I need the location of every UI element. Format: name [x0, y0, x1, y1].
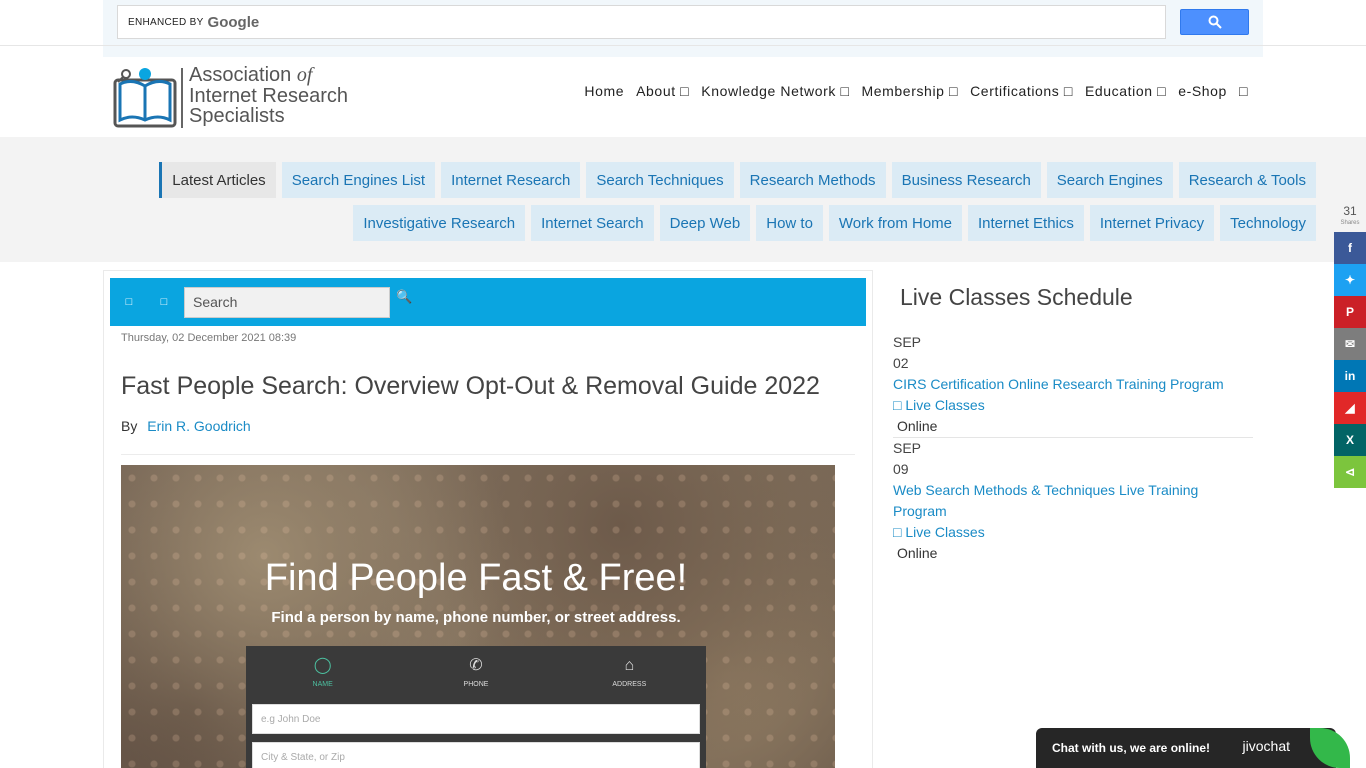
chat-widget[interactable]: Chat with us, we are online! jivochat — [1036, 728, 1350, 768]
home-icon: ⌂ — [624, 657, 635, 674]
xing-icon: X — [1345, 433, 1354, 447]
search-icon — [1208, 15, 1222, 29]
hero-tab-phone: ✆ PHONE — [463, 657, 489, 688]
book-logo-icon — [113, 68, 177, 128]
email-share-button[interactable]: ✉ — [1334, 328, 1366, 360]
linkedin-share-button[interactable]: in — [1334, 360, 1366, 392]
cat-search-techniques[interactable]: Search Techniques — [586, 162, 734, 198]
nav-about[interactable]: About □ — [630, 83, 695, 99]
share-icon: ⊲ — [1344, 465, 1356, 479]
category-tabs: Latest Articles Search Engines List Inte… — [156, 162, 1316, 241]
share-bar: 31 Shares f ✦ P ✉ in ◢ X ⊲ — [1334, 200, 1366, 488]
twitter-icon: ✦ — [1344, 273, 1356, 287]
magnifier-icon[interactable]: 🔍 — [396, 289, 412, 305]
flipboard-icon: ◢ — [1345, 401, 1355, 415]
nav-search-icon[interactable]: □ — [1233, 83, 1254, 99]
nav-knowledge-network[interactable]: Knowledge Network □ — [695, 83, 855, 99]
enhanced-by-label: ENHANCED BY — [128, 16, 204, 28]
divider — [121, 454, 855, 455]
cat-deep-web[interactable]: Deep Web — [659, 205, 751, 241]
cat-search-engines-list[interactable]: Search Engines List — [281, 162, 436, 198]
toolbar-icon-2[interactable]: □ — [157, 296, 171, 308]
article-search-input[interactable]: Search — [184, 286, 390, 318]
flipboard-share-button[interactable]: ◢ — [1334, 392, 1366, 424]
byline: By Erin R. Goodrich — [121, 418, 251, 434]
logo-text: Association of Internet Research Special… — [189, 64, 348, 127]
logo-divider — [181, 68, 183, 128]
article-toolbar: □ □ Search 🔍 — [110, 278, 866, 326]
event-category-link[interactable]: □ Live Classes — [893, 522, 1253, 543]
pinterest-icon: P — [1345, 305, 1354, 319]
hero-subheading: Find a person by name, phone number, or … — [271, 609, 681, 626]
divider — [0, 45, 1366, 46]
cat-business-research[interactable]: Business Research — [891, 162, 1041, 198]
event-day: 02 — [893, 355, 909, 371]
cat-how-to[interactable]: How to — [756, 205, 823, 241]
hero-tab-address: ⌂ ADDRESS — [612, 657, 647, 688]
share-more-button[interactable]: ⊲ — [1334, 456, 1366, 488]
article-hero-image: Find People Fast & Free! Find a person b… — [121, 465, 835, 768]
nav-membership[interactable]: Membership □ — [856, 83, 965, 99]
cat-research-methods[interactable]: Research Methods — [739, 162, 886, 198]
cat-internet-privacy[interactable]: Internet Privacy — [1089, 205, 1215, 241]
pinterest-share-button[interactable]: P — [1334, 296, 1366, 328]
facebook-share-button[interactable]: f — [1334, 232, 1366, 264]
by-label: By — [121, 418, 138, 434]
nav-eshop[interactable]: e-Shop — [1172, 83, 1233, 99]
hero-name-input: e.g John Doe — [252, 704, 700, 734]
email-icon: ✉ — [1344, 337, 1356, 351]
event-day: 09 — [893, 461, 909, 477]
share-count: 31 Shares — [1340, 204, 1360, 226]
cat-internet-search[interactable]: Internet Search — [531, 205, 654, 241]
hero-search-box: ◯ NAME ✆ PHONE ⌂ ADDRESS e.g John Doe City … — [246, 646, 706, 768]
site-search-input[interactable]: ENHANCED BY Google — [117, 5, 1166, 39]
event-month: SEP — [893, 334, 922, 350]
jivochat-leaf-icon — [1310, 728, 1350, 768]
xing-share-button[interactable]: X — [1334, 424, 1366, 456]
nav-certifications[interactable]: Certifications □ — [964, 83, 1079, 99]
event-link[interactable]: Web Search Methods & Techniques Live Tra… — [893, 480, 1253, 522]
article-title: Fast People Search: Overview Opt-Out & R… — [121, 372, 820, 400]
sidebar-title: Live Classes Schedule — [900, 284, 1133, 310]
jivochat-logo: jivochat — [1242, 738, 1290, 754]
article-date: Thursday, 02 December 2021 08:39 — [121, 332, 297, 344]
live-classes-schedule: SEP 02 CIRS Certification Online Researc… — [893, 332, 1253, 564]
cat-internet-ethics[interactable]: Internet Ethics — [968, 205, 1084, 241]
hero-tab-name: ◯ NAME — [312, 657, 333, 688]
google-logo: Google — [207, 13, 260, 31]
phone-icon: ✆ — [469, 657, 483, 674]
event-location: Online — [897, 545, 938, 561]
cat-work-from-home[interactable]: Work from Home — [828, 205, 962, 241]
hero-location-input: City & State, or Zip — [252, 742, 700, 768]
event-link[interactable]: CIRS Certification Online Research Train… — [893, 374, 1253, 395]
hero-heading: Find People Fast & Free! — [264, 557, 688, 599]
search-button[interactable] — [1180, 9, 1249, 35]
person-icon: ◯ — [313, 657, 332, 674]
cat-search-engines[interactable]: Search Engines — [1046, 162, 1173, 198]
cat-investigative-research[interactable]: Investigative Research — [353, 205, 526, 241]
cat-research-tools[interactable]: Research & Tools — [1178, 162, 1316, 198]
event-location: Online — [897, 418, 938, 434]
cat-technology[interactable]: Technology — [1220, 205, 1316, 241]
chat-text: Chat with us, we are online! — [1052, 741, 1211, 755]
event-category-link[interactable]: □ Live Classes — [893, 395, 1253, 416]
main-nav: Home About □ Knowledge Network □ Members… — [578, 83, 1254, 99]
nav-home[interactable]: Home — [578, 83, 630, 99]
twitter-share-button[interactable]: ✦ — [1334, 264, 1366, 296]
author-link[interactable]: Erin R. Goodrich — [147, 418, 250, 434]
event-month: SEP — [893, 440, 922, 456]
cat-internet-research[interactable]: Internet Research — [441, 162, 581, 198]
cat-latest-articles[interactable]: Latest Articles — [159, 162, 276, 198]
linkedin-icon: in — [1344, 369, 1356, 383]
toolbar-icon-1[interactable]: □ — [122, 296, 136, 308]
nav-education[interactable]: Education □ — [1079, 83, 1172, 99]
facebook-icon: f — [1348, 241, 1352, 255]
